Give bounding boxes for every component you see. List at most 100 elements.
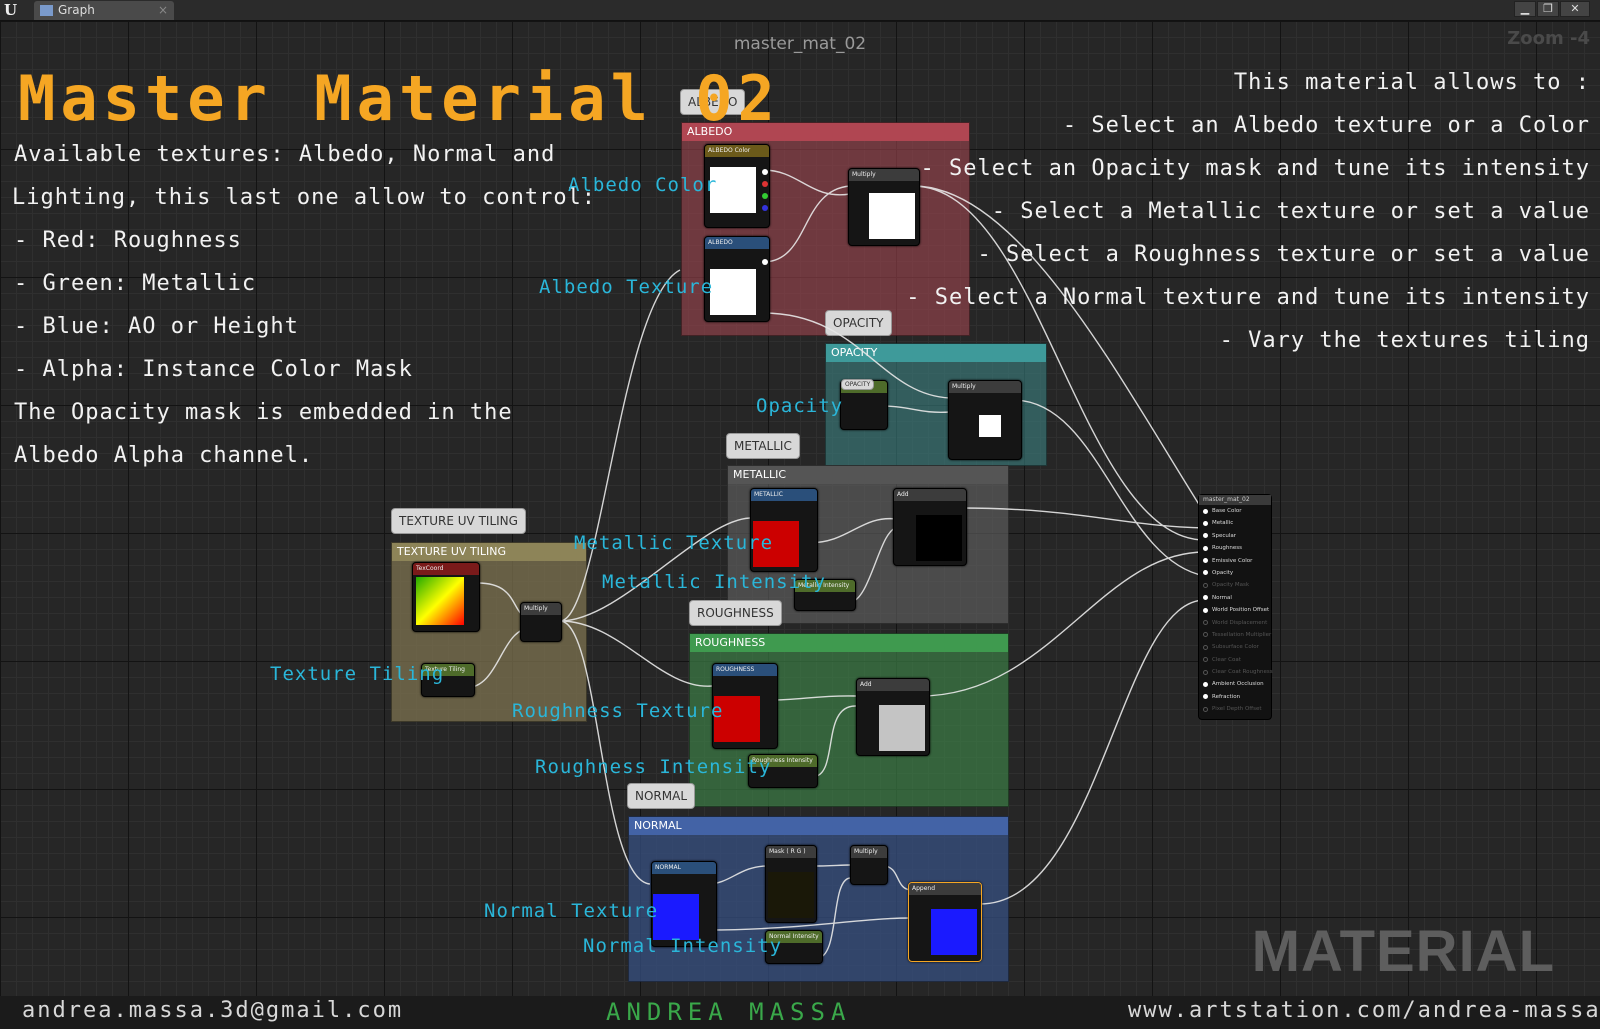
- result-pin-label: Normal: [1212, 594, 1232, 601]
- input-pin-icon[interactable]: [1203, 669, 1208, 675]
- annotation-albedo-color: Albedo Color: [568, 174, 718, 196]
- annotation-metallic-texture: Metallic Texture: [574, 532, 774, 554]
- input-pin-icon[interactable]: [1203, 520, 1208, 526]
- node-normal-append[interactable]: Append: [908, 882, 982, 962]
- material-editor-window: U Graph × ▁ ❐ ✕ master_mat_02 Zoom -4 AL…: [0, 0, 1600, 1029]
- node-metallic-texture-title: METALLIC: [751, 489, 817, 501]
- result-pin-row[interactable]: Base Color: [1199, 505, 1271, 517]
- footer-name: ANDREA MASSA: [606, 998, 852, 1026]
- right-description-line: - Select a Roughness texture or set a va…: [977, 242, 1590, 267]
- annotation-albedo-texture: Albedo Texture: [539, 276, 714, 298]
- result-pin-row[interactable]: Opacity: [1199, 567, 1271, 579]
- footer: andrea.massa.3d@gmail.com ANDREA MASSA w…: [0, 996, 1600, 1029]
- input-pin-icon[interactable]: [1203, 558, 1208, 564]
- input-pin-icon[interactable]: [1203, 620, 1208, 626]
- node-tiling-multiply-title: Multiply: [521, 603, 561, 615]
- node-albedo-texture-title: ALBEDO: [705, 237, 769, 249]
- normal-texture-preview: [653, 894, 699, 940]
- result-pin-row[interactable]: Subsurface Color: [1199, 641, 1271, 653]
- annotation-roughness-texture: Roughness Texture: [512, 700, 724, 722]
- result-pin-label: Opacity Mask: [1212, 582, 1250, 589]
- result-pin-row[interactable]: Roughness: [1199, 542, 1271, 554]
- output-pin[interactable]: [762, 259, 768, 265]
- output-pin-r[interactable]: [762, 181, 768, 187]
- node-albedo-texture[interactable]: ALBEDO: [704, 236, 770, 322]
- annotation-texture-tiling: Texture Tiling: [270, 663, 445, 685]
- result-pin-row[interactable]: Tessellation Multiplier: [1199, 629, 1271, 641]
- input-pin-icon[interactable]: [1203, 533, 1208, 539]
- output-pin-b[interactable]: [762, 205, 768, 211]
- result-node-title: master_mat_02: [1199, 495, 1271, 505]
- node-normal-mask[interactable]: Mask ( R G ): [765, 845, 817, 923]
- result-pin-label: Metallic: [1212, 520, 1234, 527]
- result-pin-label: Clear Coat Roughness: [1212, 669, 1273, 676]
- opacity-preview: [979, 415, 1001, 437]
- input-pin-icon[interactable]: [1203, 595, 1208, 601]
- input-pin-icon[interactable]: [1203, 644, 1208, 650]
- result-pin-label: Subsurface Color: [1212, 644, 1259, 651]
- result-pin-label: Roughness: [1212, 545, 1243, 552]
- result-pin-label: World Position Offset: [1212, 607, 1270, 614]
- result-pin-row[interactable]: World Displacement: [1199, 617, 1271, 629]
- right-description-line: - Select a Normal texture and tune its i…: [906, 285, 1590, 310]
- node-tiling-multiply[interactable]: Multiply: [520, 602, 562, 642]
- albedo-texture-preview: [710, 269, 756, 315]
- output-pin-g[interactable]: [762, 193, 768, 199]
- result-pin-label: Base Color: [1212, 508, 1242, 514]
- input-pin-icon[interactable]: [1203, 607, 1208, 613]
- page-title: Master Material 02: [18, 62, 780, 135]
- result-pin-row[interactable]: Refraction: [1199, 691, 1271, 703]
- right-description-line: - Vary the textures tiling: [1219, 328, 1590, 353]
- node-opacity-multiply[interactable]: Multiply: [948, 380, 1022, 460]
- result-pin-label: Ambient Occlusion: [1212, 681, 1264, 688]
- input-pin-icon[interactable]: [1203, 706, 1208, 712]
- metallic-add-preview: [916, 515, 962, 561]
- result-pin-row[interactable]: World Position Offset: [1199, 604, 1271, 616]
- output-pin[interactable]: [762, 169, 768, 175]
- normal-mask-preview: [768, 872, 814, 918]
- input-pin-icon[interactable]: [1203, 545, 1208, 551]
- annotation-normal-texture: Normal Texture: [484, 900, 659, 922]
- result-pin-row[interactable]: Normal: [1199, 592, 1271, 604]
- node-roughness-add-title: Add: [857, 679, 929, 691]
- left-description-line: Available textures: Albedo, Normal and: [14, 142, 556, 167]
- input-pin-icon[interactable]: [1203, 582, 1208, 588]
- left-description-line: - Alpha: Instance Color Mask: [14, 357, 413, 382]
- node-normal-mask-title: Mask ( R G ): [766, 846, 816, 858]
- result-pin-list: Base Color Metallic Specular Roughness Emiss…: [1199, 505, 1273, 716]
- left-description-line: Albedo Alpha channel.: [14, 443, 314, 468]
- material-result-node[interactable]: master_mat_02 Base Color Metallic Specular…: [1198, 494, 1273, 720]
- annotation-normal-intensity: Normal Intensity: [583, 935, 783, 957]
- result-pin-row[interactable]: Clear Coat: [1199, 654, 1271, 666]
- result-pin-row[interactable]: Clear Coat Roughness: [1199, 666, 1273, 678]
- result-pin-row[interactable]: Emissive Color: [1199, 555, 1271, 567]
- node-metallic-texture[interactable]: METALLIC: [750, 488, 818, 572]
- input-pin-icon[interactable]: [1203, 694, 1208, 700]
- node-normal-multiply[interactable]: Multiply: [850, 845, 888, 885]
- result-pin-row[interactable]: Specular: [1199, 530, 1271, 542]
- input-pin-icon[interactable]: [1203, 508, 1208, 514]
- input-pin-icon[interactable]: [1203, 657, 1208, 663]
- node-roughness-add[interactable]: Add: [856, 678, 930, 756]
- input-pin-icon[interactable]: [1203, 570, 1208, 576]
- node-roughness-texture-title: ROUGHNESS: [713, 664, 777, 676]
- annotation-metallic-intensity: Metallic Intensity: [602, 571, 826, 593]
- left-description-line: The Opacity mask is embedded in the: [14, 400, 513, 425]
- node-albedo-color-title: ALBEDO Color: [705, 145, 769, 157]
- annotation-opacity: Opacity: [756, 395, 844, 417]
- result-pin-row[interactable]: Pixel Depth Offset: [1199, 703, 1271, 715]
- result-pin-label: Emissive Color: [1212, 557, 1253, 564]
- result-pin-row[interactable]: Ambient Occlusion: [1199, 678, 1271, 690]
- input-pin-icon[interactable]: [1203, 632, 1208, 638]
- left-description-line: Lighting, this last one allow to control…: [12, 185, 597, 210]
- node-metallic-add[interactable]: Add: [893, 488, 967, 566]
- result-pin-label: Refraction: [1212, 693, 1241, 700]
- input-pin-icon[interactable]: [1203, 681, 1208, 687]
- node-normal-append-title: Append: [909, 883, 981, 895]
- result-pin-row[interactable]: Metallic: [1199, 517, 1271, 529]
- result-pin-row[interactable]: Opacity Mask: [1199, 579, 1271, 591]
- right-description-line: - Select a Metallic texture or set a val…: [991, 199, 1590, 224]
- left-description-line: - Red: Roughness: [14, 228, 242, 253]
- normal-append-preview: [931, 909, 977, 955]
- node-texcoord[interactable]: TexCoord: [412, 562, 480, 632]
